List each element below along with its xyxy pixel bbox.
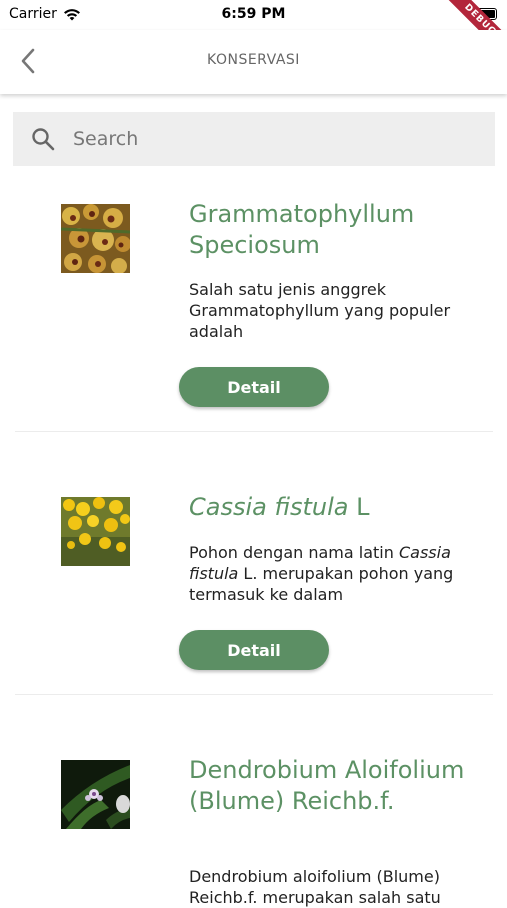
divider [15,694,493,695]
page-title: KONSERVASI [207,52,300,68]
item-title: Cassia fistula L [189,492,489,523]
dendrobium-image [61,760,130,829]
app-bar: KONSERVASI [0,30,507,94]
item-title: Grammatophyllum Speciosum [189,200,415,259]
thumbnail-image[interactable] [61,497,130,566]
item-title: Dendrobium Aloifolium (Blume) Reichb.f. [189,756,465,815]
thumbnail-image[interactable] [60,204,131,274]
thumbnail-image[interactable] [61,760,130,829]
item-description: Dendrobium aloifolium (Blume) Reichb.f. … [189,867,441,907]
search-input[interactable] [71,127,455,151]
clock: 6:59 PM [221,6,286,22]
search-bar[interactable] [13,112,495,166]
status-bar: Carrier 6:59 PM [0,0,507,30]
orchid-image [60,204,131,274]
item-title-suffix: L [348,493,370,521]
divider [15,431,493,432]
item-title-italic: Cassia fistula [189,493,349,521]
item-description: Pohon dengan nama latin Cassia fistula L… [189,542,479,605]
detail-button[interactable]: Detail [179,367,329,407]
search-icon [32,128,55,151]
desc-prefix: Pohon dengan nama latin [189,543,399,562]
detail-button[interactable]: Detail [179,630,329,670]
cassia-image [61,497,130,566]
item-description: Salah satu jenis anggrek Grammatophyllum… [189,280,451,341]
